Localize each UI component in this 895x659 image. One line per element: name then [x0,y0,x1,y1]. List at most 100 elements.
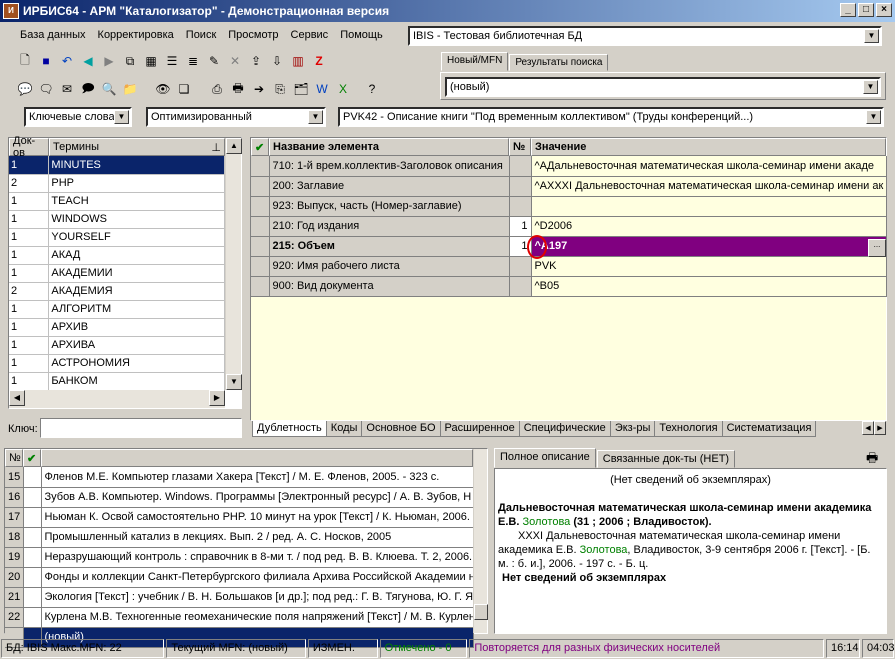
list-item[interactable]: 1 YOURSELF [9,228,225,247]
record-mark[interactable] [23,507,42,528]
z3950-icon[interactable]: Z [310,52,328,70]
minimize-button[interactable]: _ [840,3,856,17]
word-icon[interactable]: W [313,80,331,98]
col-terms[interactable]: Термины ⊥ [49,138,225,156]
delete-icon[interactable]: ✕ [226,52,244,70]
record-mark[interactable] [23,467,42,488]
table-row[interactable]: 19 Неразрушающий контроль : справочник в … [5,547,474,568]
field-value[interactable]: ^A197 [531,236,887,257]
key-input[interactable] [40,418,242,438]
search-icon[interactable]: 🔍 [100,80,118,98]
fields-icon[interactable]: ≣ [184,52,202,70]
field-value[interactable]: ^D2006 [531,216,887,237]
import-icon[interactable]: ⇩ [268,52,286,70]
list-item[interactable]: 1 АСТРОНОМИЯ [9,354,225,373]
worksheet-tab[interactable]: Экз-ры [609,421,656,437]
print-all-icon[interactable]: 🖶 [229,80,247,98]
table-row[interactable]: 923: Выпуск, часть (Номер-заглавие) [251,196,887,217]
table-row[interactable]: 18 Промышленный катализ в лекциях. Вып. 2… [5,527,474,548]
table-row[interactable]: 22 Курлена М.В. Техногенные геомеханическ… [5,607,474,628]
list-item[interactable]: 1 АКАДЕМИИ [9,264,225,283]
menu-database[interactable]: База данных [14,29,92,41]
list-item[interactable]: 2 АКАДЕМИЯ [9,282,225,301]
table-row[interactable]: 710: 1-й врем.коллектив-Заголовок описан… [251,156,887,177]
doc-arrow-icon[interactable]: ➔ [250,80,268,98]
menu-service[interactable]: Сервис [285,29,335,41]
close-button[interactable]: × [876,3,892,17]
comment-down-icon[interactable]: 🗨 [37,80,55,98]
menu-search[interactable]: Поиск [180,29,222,41]
check-icon[interactable]: ✔ [251,138,269,156]
check-icon[interactable]: ✔ [23,449,41,467]
tab-scroll-left-icon[interactable]: ◀ [862,421,874,435]
scroll-right-icon[interactable]: ▶ [209,390,225,406]
field-value[interactable]: ^AXXXI Дальневосточная математическая шк… [531,176,887,197]
maximize-button[interactable]: □ [858,3,874,17]
worksheet-select[interactable]: PVK42 - Описание книги "Под временным ко… [338,107,884,127]
export-icon[interactable]: ⇪ [247,52,265,70]
chevron-down-icon[interactable]: ▼ [114,110,129,124]
list-item[interactable]: 1 WINDOWS [9,210,225,229]
scroll-up-icon[interactable]: ▲ [226,138,242,154]
record-mark[interactable] [23,607,42,628]
list-icon[interactable]: ☰ [163,52,181,70]
record-mark[interactable] [23,567,42,588]
database-select[interactable]: IBIS - Тестовая библиотечная БД ▼ [408,26,882,46]
new-doc-icon[interactable]: 🗋 [16,52,34,70]
view-icon[interactable]: 👁 [154,80,172,98]
field-value[interactable]: PVK [531,256,887,277]
chevron-down-icon[interactable]: ▼ [864,29,879,43]
dictionary-select[interactable]: Ключевые слова ▼ [24,107,132,127]
mail-icon[interactable]: ✉ [58,80,76,98]
scroll-down-icon[interactable]: ▼ [226,374,242,390]
record-mark[interactable] [23,547,42,568]
table-row[interactable]: 17 Ньюман К. Освой самостоятельно PHP. 10… [5,507,474,528]
list-item[interactable]: 2 PHP [9,174,225,193]
worksheet-tab[interactable]: Расширенное [439,421,520,437]
record-mark[interactable] [23,527,42,548]
scroll-thumb[interactable] [474,604,488,620]
help-icon[interactable]: ? [363,80,381,98]
list-item[interactable]: 1 АРХИВА [9,336,225,355]
table-row[interactable]: 920: Имя рабочего листа PVK [251,256,887,277]
list-item[interactable]: 1 АРХИВ [9,318,225,337]
tab-scroll-right-icon[interactable]: ▶ [874,421,886,435]
save-icon[interactable]: ■ [37,52,55,70]
table-row[interactable]: 900: Вид документа ^B05 [251,276,887,297]
folder-icon[interactable]: 📁 [121,80,139,98]
tab-linked-docs[interactable]: Связанные док-ты (НЕТ) [596,450,736,468]
worksheet-tab[interactable]: Специфические [518,421,611,437]
copy-icon[interactable]: ⧉ [121,52,139,70]
terms-vscroll[interactable]: ▲ ▼ [225,138,242,390]
table-row[interactable]: 200: Заглавие ^AXXXI Дальневосточная мате… [251,176,887,197]
scroll-left-icon[interactable]: ◀ [9,390,25,406]
table-row[interactable]: 15 Фленов М.Е. Компьютер глазами Хакера [… [5,467,474,488]
tab-new-mfn[interactable]: Новый/MFN [441,52,509,71]
field-value[interactable]: ^AДальневосточная математическая школа-с… [531,156,887,177]
mode-select[interactable]: Оптимизированный ▼ [146,107,326,127]
worksheet-tab[interactable]: Технология [654,421,723,437]
menu-view[interactable]: Просмотр [222,29,284,41]
barcode-icon[interactable]: ▥ [289,52,307,70]
pin-icon[interactable]: ⊥ [211,141,221,154]
record-mark[interactable] [23,487,42,508]
undo-icon[interactable]: ↶ [58,52,76,70]
menu-help[interactable]: Помощь [334,29,389,41]
excel-icon[interactable]: X [334,80,352,98]
list-item[interactable]: 1 БАНКОМ [9,372,225,391]
chevron-down-icon[interactable]: ▼ [866,110,881,124]
back-arrow-icon[interactable]: ◀ [79,52,97,70]
worksheet-tab[interactable]: Основное БО [361,421,441,437]
tab-search-results[interactable]: Результаты поиска [509,54,609,71]
table-row[interactable]: 210: Год издания 1 ^D2006 [251,216,887,237]
tab-full-description[interactable]: Полное описание [494,448,596,468]
col-doc-count[interactable]: Док-ов [9,135,49,159]
field-value[interactable] [531,196,887,217]
record-mark[interactable] [23,587,42,608]
forward-arrow-icon[interactable]: ▶ [100,52,118,70]
comment-icon[interactable]: 💬 [16,80,34,98]
ellipsis-button[interactable]: ... [868,239,886,257]
doc-folder-icon[interactable]: 🗂 [292,80,310,98]
pages-icon[interactable]: ❏ [175,80,193,98]
chevron-down-icon[interactable]: ▼ [308,110,323,124]
